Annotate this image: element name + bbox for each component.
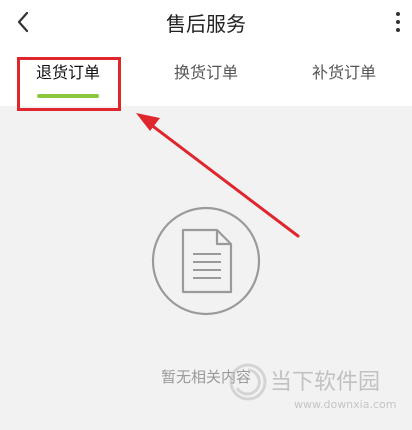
tab-label: 补货订单 xyxy=(311,63,376,82)
watermark-url: www.downxia.com xyxy=(294,398,397,411)
document-icon xyxy=(151,206,261,316)
annotation-highlight-box xyxy=(17,57,121,111)
tab-label: 换货订单 xyxy=(173,63,238,82)
more-vertical-icon[interactable] xyxy=(390,10,406,34)
screen: 售后服务 退货订单 换货订单 补货订单 暂无相关内容 当下软件园 www.dow… xyxy=(0,0,412,430)
top-bar: 售后服务 xyxy=(0,0,412,46)
watermark-logo-icon xyxy=(229,363,267,401)
watermark: 当下软件园 www.downxia.com xyxy=(228,362,412,430)
watermark-name: 当下软件园 xyxy=(270,370,381,395)
tab-replenish-orders[interactable]: 补货订单 xyxy=(286,46,402,106)
tab-exchange-orders[interactable]: 换货订单 xyxy=(148,46,264,106)
page-title: 售后服务 xyxy=(166,12,246,36)
